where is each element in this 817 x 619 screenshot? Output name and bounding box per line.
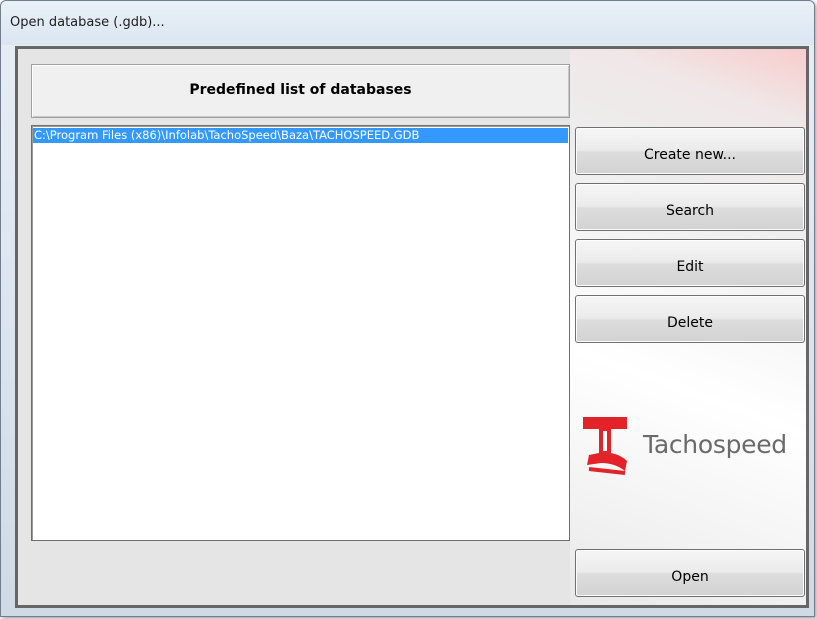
list-header-panel: Predefined list of databases: [31, 64, 570, 118]
search-button[interactable]: Search: [575, 183, 805, 231]
window-title: Open database (.gdb)...: [10, 15, 165, 30]
search-button-label: Search: [665, 203, 715, 219]
tachospeed-logo-icon: [583, 417, 627, 475]
open-button-label: Open: [671, 569, 709, 585]
edit-button-label: Edit: [676, 259, 704, 275]
title-bar[interactable]: Open database (.gdb)...: [1, 1, 814, 45]
create-new-button-label: Create new...: [644, 147, 736, 163]
tachospeed-logo: Tachospeed: [581, 409, 806, 479]
delete-button-label: Delete: [667, 315, 713, 331]
database-list-item[interactable]: C:\Program Files (x86)\Infolab\TachoSpee…: [33, 128, 568, 143]
delete-button[interactable]: Delete: [575, 295, 805, 343]
edit-button[interactable]: Edit: [575, 239, 805, 287]
database-list[interactable]: C:\Program Files (x86)\Infolab\TachoSpee…: [31, 125, 570, 541]
dialog-window: Open database (.gdb)... Predefined list …: [0, 0, 815, 617]
tachospeed-logo-text: Tachospeed: [643, 429, 787, 459]
dialog-client-area: Predefined list of databases C:\Program …: [15, 46, 809, 608]
create-new-button[interactable]: Create new...: [575, 127, 805, 175]
list-header-title: Predefined list of databases: [189, 82, 412, 98]
open-button[interactable]: Open: [575, 549, 805, 597]
